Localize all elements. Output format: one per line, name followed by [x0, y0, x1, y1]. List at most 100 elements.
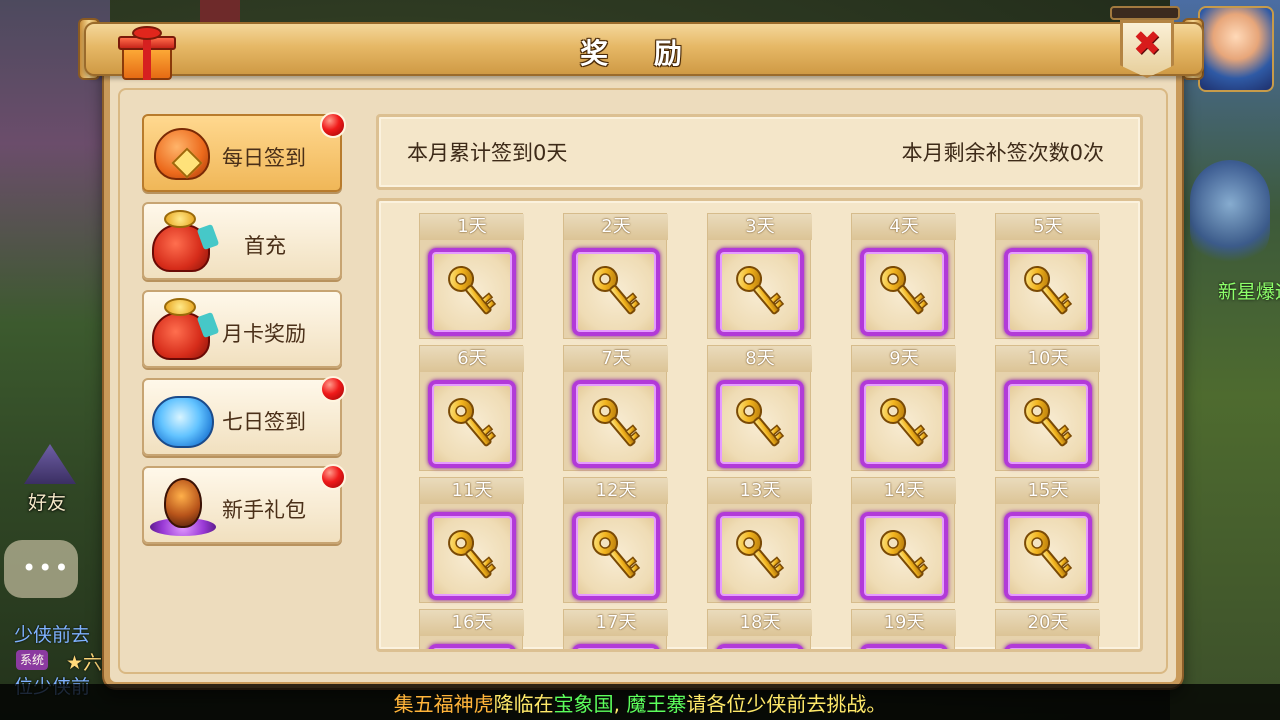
- scene-npc-text: 新星爆远征派: [1218, 281, 1280, 303]
- reward-slot[interactable]: [428, 644, 516, 649]
- chat-line: 少侠前去: [14, 624, 91, 646]
- reward-slot[interactable]: [428, 380, 516, 468]
- golden-key-icon: [1016, 392, 1080, 456]
- day-label: 8天: [708, 346, 812, 372]
- reward-slot[interactable]: [860, 644, 948, 649]
- reward-slot[interactable]: [716, 380, 804, 468]
- close-x-icon[interactable]: ✖: [1126, 24, 1168, 64]
- day-label: 5天: [996, 214, 1100, 240]
- reward-day-cell[interactable]: 8天: [707, 345, 812, 471]
- reward-day-cell[interactable]: 1天: [419, 213, 524, 339]
- announcement-segment: 集五福神虎: [393, 692, 494, 716]
- reward-day-cell[interactable]: 16天: [419, 609, 524, 649]
- reward-day-cell[interactable]: 7天: [563, 345, 668, 471]
- day-label: 9天: [852, 346, 956, 372]
- friends-button[interactable]: 好友: [14, 440, 86, 514]
- notification-dot: [320, 376, 346, 402]
- reward-slot[interactable]: [1004, 644, 1092, 649]
- red-money-bag-icon: [150, 298, 220, 362]
- reward-slot[interactable]: [860, 248, 948, 336]
- nav-newbie-gift[interactable]: 新手礼包: [142, 464, 346, 544]
- announcement-text: 集五福神虎降临在宝象国, 魔王寨请各位少侠前去挑战。: [0, 688, 1280, 717]
- nav-label: 七日签到: [222, 410, 306, 434]
- scene-right: [1170, 0, 1280, 720]
- day-label: 13天: [708, 478, 812, 504]
- chat-button[interactable]: •••: [4, 540, 78, 598]
- nav-seven-day-signin[interactable]: 七日签到: [142, 376, 346, 456]
- reward-slot[interactable]: [716, 512, 804, 600]
- day-label: 6天: [420, 346, 524, 372]
- orange-bag-icon: [150, 122, 216, 186]
- day-label: 12天: [564, 478, 668, 504]
- notification-dot: [320, 464, 346, 490]
- notification-dot: [320, 112, 346, 138]
- golden-key-icon: [440, 260, 504, 324]
- reward-day-cell[interactable]: 10天: [995, 345, 1100, 471]
- scene-character: [1190, 160, 1270, 270]
- nav-first-recharge[interactable]: 首充: [142, 202, 342, 280]
- reward-day-cell[interactable]: 20天: [995, 609, 1100, 649]
- reward-day-cell[interactable]: 11天: [419, 477, 524, 603]
- day-label: 11天: [420, 478, 524, 504]
- reward-slot[interactable]: [572, 248, 660, 336]
- reward-slot[interactable]: [716, 644, 804, 649]
- reward-slot[interactable]: [572, 512, 660, 600]
- golden-key-icon: [584, 260, 648, 324]
- reward-day-cell[interactable]: 15天: [995, 477, 1100, 603]
- day-label: 20天: [996, 610, 1100, 636]
- day-label: 10天: [996, 346, 1100, 372]
- system-badge: 系统: [16, 650, 49, 670]
- announcement-segment: 宝象国: [553, 692, 614, 716]
- golden-key-icon: [440, 392, 504, 456]
- scene-flag: [200, 0, 240, 24]
- nav-monthly-card[interactable]: 月卡奖励: [142, 290, 342, 368]
- reward-slot[interactable]: [428, 512, 516, 600]
- reward-slot[interactable]: [860, 512, 948, 600]
- reward-slot[interactable]: [428, 248, 516, 336]
- reward-day-cell[interactable]: 17天: [563, 609, 668, 649]
- day-label: 7天: [564, 346, 668, 372]
- announcement-segment: ,: [613, 692, 627, 716]
- reward-slot[interactable]: [572, 380, 660, 468]
- reward-slot[interactable]: [572, 644, 660, 649]
- reward-slot[interactable]: [1004, 248, 1092, 336]
- golden-key-icon: [872, 392, 936, 456]
- reward-day-cell[interactable]: 14天: [851, 477, 956, 603]
- panel-title: 奖 励: [580, 37, 700, 70]
- golden-key-icon: [872, 524, 936, 588]
- red-money-bag-icon: [150, 210, 220, 274]
- day-label: 16天: [420, 610, 524, 636]
- golden-key-icon: [1016, 260, 1080, 324]
- announcement-segment: 降临在: [493, 692, 554, 716]
- reward-day-cell[interactable]: 9天: [851, 345, 956, 471]
- makeup-signin-remaining: 本月剩余补签次数0次: [901, 141, 1104, 165]
- reward-slot[interactable]: [1004, 380, 1092, 468]
- blue-treasure-bag-icon: [150, 386, 216, 450]
- golden-key-icon: [872, 260, 936, 324]
- reward-day-cell[interactable]: 3天: [707, 213, 812, 339]
- reward-day-cell[interactable]: 2天: [563, 213, 668, 339]
- signin-reward-grid[interactable]: 1天 2天 3天 4天 5天 6天 7天 8天 9天 10天 11天 12天 13天 14天 15天 16天 1…: [376, 198, 1143, 652]
- nav-daily-signin[interactable]: 每日签到: [142, 112, 346, 192]
- reward-day-cell[interactable]: 5天: [995, 213, 1100, 339]
- announcement-segment: 魔王寨: [626, 692, 687, 716]
- day-label: 19天: [852, 610, 956, 636]
- reward-slot[interactable]: [716, 248, 804, 336]
- golden-key-icon: [584, 524, 648, 588]
- friend-hat-icon: [24, 444, 76, 484]
- reward-day-cell[interactable]: 13天: [707, 477, 812, 603]
- reward-slot[interactable]: [1004, 512, 1092, 600]
- dragon-egg-icon: [150, 474, 216, 538]
- day-label: 18天: [708, 610, 812, 636]
- monthly-signin-count: 本月累计签到0天: [407, 141, 568, 165]
- reward-day-cell[interactable]: 6天: [419, 345, 524, 471]
- reward-day-cell[interactable]: 12天: [563, 477, 668, 603]
- reward-slot[interactable]: [860, 380, 948, 468]
- reward-day-cell[interactable]: 4天: [851, 213, 956, 339]
- reward-day-cell[interactable]: 18天: [707, 609, 812, 649]
- nav-label: 新手礼包: [222, 498, 306, 522]
- announcement-segment: 请各位少侠前去挑战。: [686, 692, 887, 716]
- reward-day-cell[interactable]: 19天: [851, 609, 956, 649]
- gift-box-icon: [118, 26, 176, 82]
- day-label: 1天: [420, 214, 524, 240]
